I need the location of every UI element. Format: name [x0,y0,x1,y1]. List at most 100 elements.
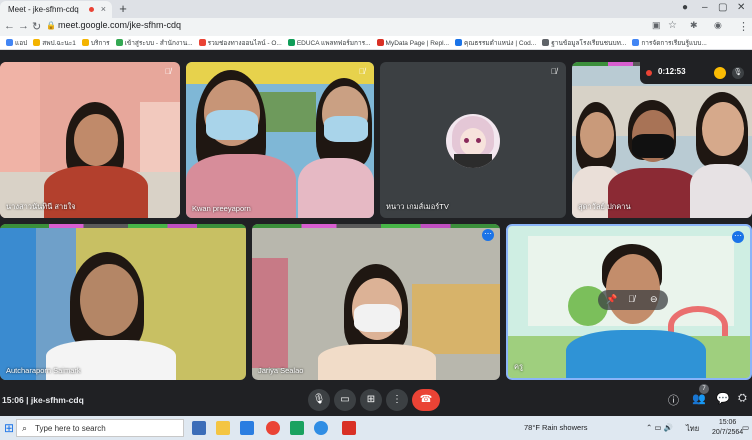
bookmark-label: EDUCA แพลทฟอร์มการ... [296,40,371,47]
edge-icon[interactable] [314,421,328,435]
stop-recording-button[interactable] [714,67,726,79]
bookmark-item[interactable]: คุณธรรมตำแหน่ง | Cod... [455,37,536,49]
more-options-button[interactable]: ⋮ [386,389,408,411]
back-icon[interactable]: ← [4,20,15,32]
mail-icon[interactable] [240,421,254,435]
microphone-button[interactable]: 🎙 [308,389,330,411]
bookmark-label: การจัดการเรียนรู้แบบ... [641,40,707,47]
bookmark-item[interactable]: ฐานข้อมูลโรงเรียนชนบท... [542,37,627,49]
camera-site-icon[interactable]: ▣ [652,20,661,31]
bookmark-favicon-icon [81,39,89,46]
close-window-icon[interactable]: ✕ [737,2,745,13]
windows-start-icon[interactable]: ⊞ [4,421,14,435]
bookmark-item[interactable]: บริการ [81,37,110,49]
taskbar-search-box[interactable]: ⌕ Type here to search [16,419,184,437]
participant-name: Kwan preeyaporn [192,204,251,213]
tab-close-button[interactable]: × [101,4,106,14]
mic-off-icon: 🎙̸ [551,67,557,76]
participant-name: Jariya Sealao [258,366,304,375]
bookmark-item[interactable]: สพป.ฉะนะ1 [33,37,76,49]
participant-name: Autcharaporn Saimark [6,366,81,375]
taskbar-clock[interactable]: 15:06 20/7/2564 [712,418,743,438]
meeting-code: jke-sfhm-cdq [30,395,84,405]
participant-tile-3[interactable]: 🎙̸ หนาว เกมส์เมอร์TV [380,62,566,218]
search-placeholder: Type here to search [35,424,106,433]
minimize-icon[interactable]: – [702,2,708,13]
clock-time: 15:06 [718,419,737,426]
activities-icon[interactable]: ⛭ [738,392,747,405]
bookmark-label: ฐานข้อมูลโรงเรียนชนบท... [551,40,627,47]
bookmark-label: รวมช่องทางออนไลน์ - O... [207,40,282,47]
bookmark-favicon-icon [198,39,206,46]
bookmark-item[interactable]: แอป [6,37,28,49]
bookmark-item[interactable]: การจัดการเรียนรู้แบบ... [632,37,707,49]
bookmark-label: บริการ [90,40,110,47]
forward-icon[interactable]: → [18,20,29,32]
mute-participant-icon[interactable]: 🎙̸ [628,294,635,304]
bookmark-item[interactable]: EDUCA แพลทฟอร์มการ... [287,37,371,49]
participant-tile-7[interactable]: 📌 🎙̸ ⊖ ⋯ ครู [506,224,752,380]
profile-avatar-icon[interactable]: ◉ [714,20,722,31]
leave-call-button[interactable]: ☎ [412,389,440,411]
bookmark-label: สพป.ฉะนะ1 [42,40,76,47]
mic-off-icon: 🎙̸ [165,67,171,76]
new-tab-button[interactable]: + [116,2,130,16]
participant-tile-1[interactable]: 🎙̸ นางสาวนันทินี สายใจ [0,62,180,218]
participant-tile-5[interactable]: Autcharaporn Saimark [0,224,246,380]
line-app-icon[interactable] [290,421,304,435]
record-dot-icon [646,70,652,76]
bookmark-label: MyData Page | Repl... [385,40,449,47]
mic-off-icon: 🎙̸ [359,67,365,76]
present-button[interactable]: ⊞ [360,389,382,411]
menu-icon[interactable]: ⋮ [738,20,749,33]
extensions-icon[interactable]: ✱ [690,20,698,31]
speaking-indicator-icon: ⋯ [482,229,494,241]
task-view-icon[interactable] [192,421,206,435]
tab-title: Meet - jke-sfhm-cdq [8,5,79,14]
camera-button[interactable]: ▭ [334,389,356,411]
url-field[interactable]: meet.google.com/jke-sfhm-cdq [58,20,181,30]
more-options-icon[interactable]: ⋯ [732,231,744,243]
pdf-app-icon[interactable] [342,421,356,435]
mic-icon[interactable]: 🎙 [732,67,744,79]
pin-icon[interactable]: 📌 [606,294,617,305]
chat-icon[interactable]: 💬 [716,392,730,405]
maximize-icon[interactable]: ▢ [718,2,727,13]
meeting-details-icon[interactable]: ⓘ [668,392,679,408]
remove-participant-icon[interactable]: ⊖ [650,294,658,305]
notifications-icon[interactable]: ▭ [742,423,749,432]
participant-tile-4[interactable]: สุดาวัลย์ ปกคาน [572,62,752,218]
reload-icon[interactable]: ↻ [32,20,41,33]
chrome-icon[interactable] [266,421,280,435]
lock-icon: 🔒 [46,21,56,30]
recording-dot-icon [89,7,94,12]
bookmark-item[interactable]: เข้าสู่ระบบ - สำนักงาน... [115,37,193,49]
participant-name: นางสาวนันทินี สายใจ [6,202,76,211]
participant-tile-2[interactable]: 🎙̸ Kwan preeyaporn [186,62,374,218]
bookmarks-bar: แอป สพป.ฉะนะ1 บริการ เข้าสู่ระบบ - สำนักงาน… [0,36,752,50]
bookmark-item[interactable]: MyData Page | Repl... [376,37,449,49]
bookmark-star-icon[interactable]: ☆ [668,20,677,31]
recording-time: 0:12:53 [658,67,686,76]
participant-tile-6[interactable]: ⋯ Jariya Sealao [252,224,500,380]
profile-icon[interactable]: ● [682,2,688,13]
people-icon[interactable]: 👥 [692,392,706,405]
participant-name: หนาว เกมส์เมอร์TV [386,202,449,211]
bookmark-favicon-icon [376,39,384,46]
meet-grid: 🎙̸ นางสาวนันทินี สายใจ 🎙̸ Kwan preeyapor… [0,50,752,416]
participant-name: สุดาวัลย์ ปกคาน [578,202,631,211]
input-language[interactable]: ไทย [686,423,699,435]
address-bar-row: ← → ↻ 🔒 meet.google.com/jke-sfhm-cdq ▣ ☆… [0,18,752,36]
bookmark-label: แอป [15,40,28,47]
tray-icons[interactable]: ⌃ ▭ 🔊 [646,423,673,432]
file-explorer-icon[interactable] [216,421,230,435]
bookmark-favicon-icon [632,39,640,46]
avatar [446,114,500,168]
participant-name: ครู [514,362,524,371]
bookmark-favicon-icon [33,39,41,46]
meeting-controls-bar: 15:06 | jke-sfhm-cdq 🎙 ▭ ⊞ ⋮ ☎ ⓘ 7 👥 💬 ⛭ [0,384,752,416]
weather-widget[interactable]: 78°F Rain showers [524,423,587,432]
bookmark-item[interactable]: รวมช่องทางออนไลน์ - O... [198,37,282,49]
recording-indicator: 0:12:53 🎙 [640,62,752,84]
browser-tab[interactable]: Meet - jke-sfhm-cdq × [0,1,112,18]
